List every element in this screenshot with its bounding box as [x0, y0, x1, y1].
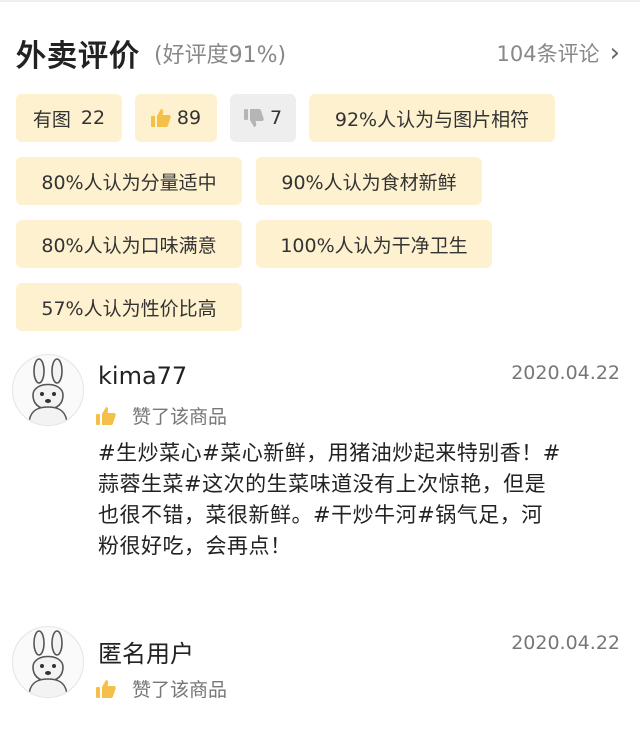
tag-thumbs-up-count: 89: [176, 107, 202, 129]
tag-label: 100%人认为干净卫生: [280, 234, 468, 257]
review-count-label: 104条评论: [496, 42, 600, 66]
rating-summary: (好评度91%): [154, 43, 287, 68]
avatar[interactable]: [12, 354, 84, 426]
tag-thumbs-down-count: 7: [269, 107, 283, 129]
top-divider: [0, 0, 640, 2]
kangaroo-avatar: [28, 358, 68, 425]
kangaroo-avatar: [28, 630, 68, 697]
tag-portion[interactable]: 80%人认为分量适中: [16, 157, 242, 205]
review-like-text: 赞了该商品: [132, 679, 228, 701]
review-content: #生炒菜心#菜心新鲜，用猪油炒起来特别香！# 蒜蓉生菜#这次的生菜味道没有上次惊…: [98, 438, 618, 562]
tag-clean[interactable]: 100%人认为干净卫生: [256, 220, 492, 268]
review-username[interactable]: 匿名用户: [98, 634, 194, 669]
tag-thumbs-down[interactable]: 7: [230, 94, 296, 142]
reviews-header: 外卖评价 (好评度91%) 104条评论 ›: [16, 30, 620, 76]
tag-label: 90%人认为食材新鲜: [281, 171, 457, 194]
review-like-indicator: 赞了该商品: [96, 402, 227, 429]
tag-label: 80%人认为口味满意: [41, 234, 217, 257]
review-count-link[interactable]: 104条评论 ›: [497, 38, 621, 68]
tag-fresh[interactable]: 90%人认为食材新鲜: [256, 157, 482, 205]
review-like-indicator: 赞了该商品: [96, 675, 227, 702]
chevron-right-icon: ›: [609, 38, 620, 68]
tag-label: 80%人认为分量适中: [41, 171, 217, 194]
review-text-line: 也很不错，菜很新鲜。#干炒牛河#锅气足，河: [98, 503, 543, 527]
tag-label: 57%人认为性价比高: [41, 297, 217, 320]
tag-has-image-count: 22: [80, 107, 106, 129]
tag-thumbs-up[interactable]: 89: [135, 94, 217, 142]
tag-label: 92%人认为与图片相符: [334, 108, 530, 131]
review-date: 2020.04.22: [511, 632, 620, 654]
tag-value[interactable]: 57%人认为性价比高: [16, 283, 242, 331]
tag-has-image-label: 有图: [32, 108, 71, 131]
thumbs-up-icon: [96, 406, 116, 425]
review-text-line: 蒜蓉生菜#这次的生菜味道没有上次惊艳，但是: [98, 472, 547, 496]
thumbs-up-icon: [150, 109, 171, 127]
thumbs-down-icon: [243, 109, 264, 127]
avatar[interactable]: [12, 626, 84, 698]
thumbs-up-icon: [96, 679, 116, 698]
tag-matches-photo[interactable]: 92%人认为与图片相符: [309, 94, 555, 142]
tag-taste[interactable]: 80%人认为口味满意: [16, 220, 242, 268]
review-like-text: 赞了该商品: [132, 406, 228, 428]
review-date: 2020.04.22: [511, 362, 620, 384]
tag-has-image[interactable]: 有图 22: [16, 94, 122, 142]
review-text-line: #生炒菜心#菜心新鲜，用猪油炒起来特别香！#: [98, 441, 561, 465]
review-text-line: 粉很好吃，会再点！: [98, 534, 292, 558]
section-title: 外卖评价: [16, 39, 140, 74]
review-username[interactable]: kima77: [98, 362, 187, 390]
